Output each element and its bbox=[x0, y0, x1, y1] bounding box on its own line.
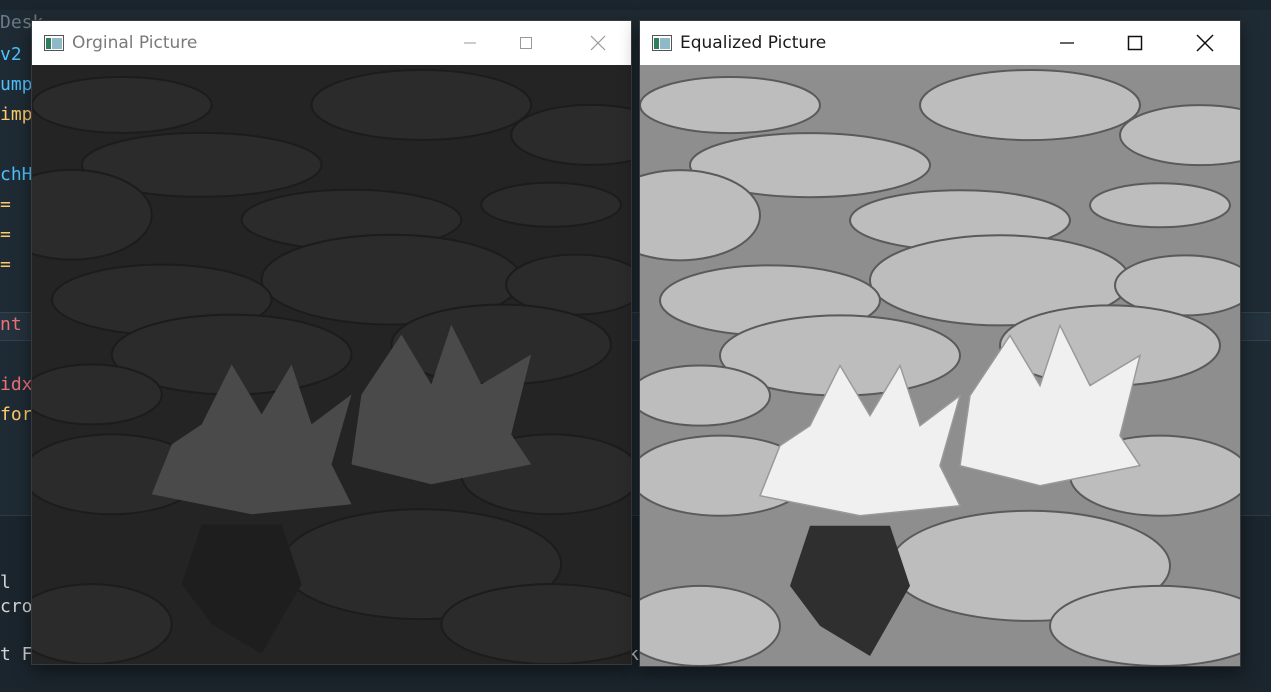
maximize-button[interactable] bbox=[1112, 21, 1158, 65]
original-image bbox=[32, 65, 631, 664]
app-window-icon bbox=[652, 35, 672, 51]
code-line-1: v2 bbox=[0, 44, 22, 65]
close-icon bbox=[1196, 34, 1214, 52]
close-icon bbox=[590, 35, 606, 51]
code-line-6: = bbox=[0, 194, 11, 215]
code-line-10: nt bbox=[0, 314, 22, 335]
equalized-picture-window[interactable]: Equalized Picture bbox=[639, 20, 1241, 667]
minimize-button[interactable] bbox=[1044, 21, 1090, 65]
lily-pond-equalized-image bbox=[640, 65, 1240, 666]
maximize-icon bbox=[1127, 35, 1143, 51]
window-title: Orginal Picture bbox=[72, 33, 198, 53]
title-bar[interactable]: Orginal Picture bbox=[32, 21, 631, 65]
close-button[interactable] bbox=[1182, 21, 1228, 65]
code-line-13: for bbox=[0, 404, 33, 425]
code-line-8: = bbox=[0, 254, 11, 275]
app-window-icon bbox=[44, 35, 64, 51]
maximize-button[interactable] bbox=[503, 21, 549, 65]
maximize-icon bbox=[520, 37, 532, 49]
minimize-button[interactable] bbox=[447, 21, 493, 65]
equalized-image bbox=[640, 65, 1240, 666]
title-bar[interactable]: Equalized Picture bbox=[640, 21, 1240, 65]
original-picture-window[interactable]: Orginal Picture bbox=[31, 20, 632, 665]
lily-pond-dark-image bbox=[32, 65, 631, 664]
terminal-line-1: l bbox=[0, 572, 11, 593]
terminal-line-4: t F bbox=[0, 644, 33, 665]
code-line-7: = bbox=[0, 224, 11, 245]
window-title: Equalized Picture bbox=[680, 33, 827, 53]
minimize-icon bbox=[464, 42, 476, 44]
close-button[interactable] bbox=[575, 21, 621, 65]
code-line-12: idx bbox=[0, 374, 33, 395]
editor-top-bar bbox=[0, 0, 1271, 10]
minimize-icon bbox=[1060, 42, 1074, 44]
